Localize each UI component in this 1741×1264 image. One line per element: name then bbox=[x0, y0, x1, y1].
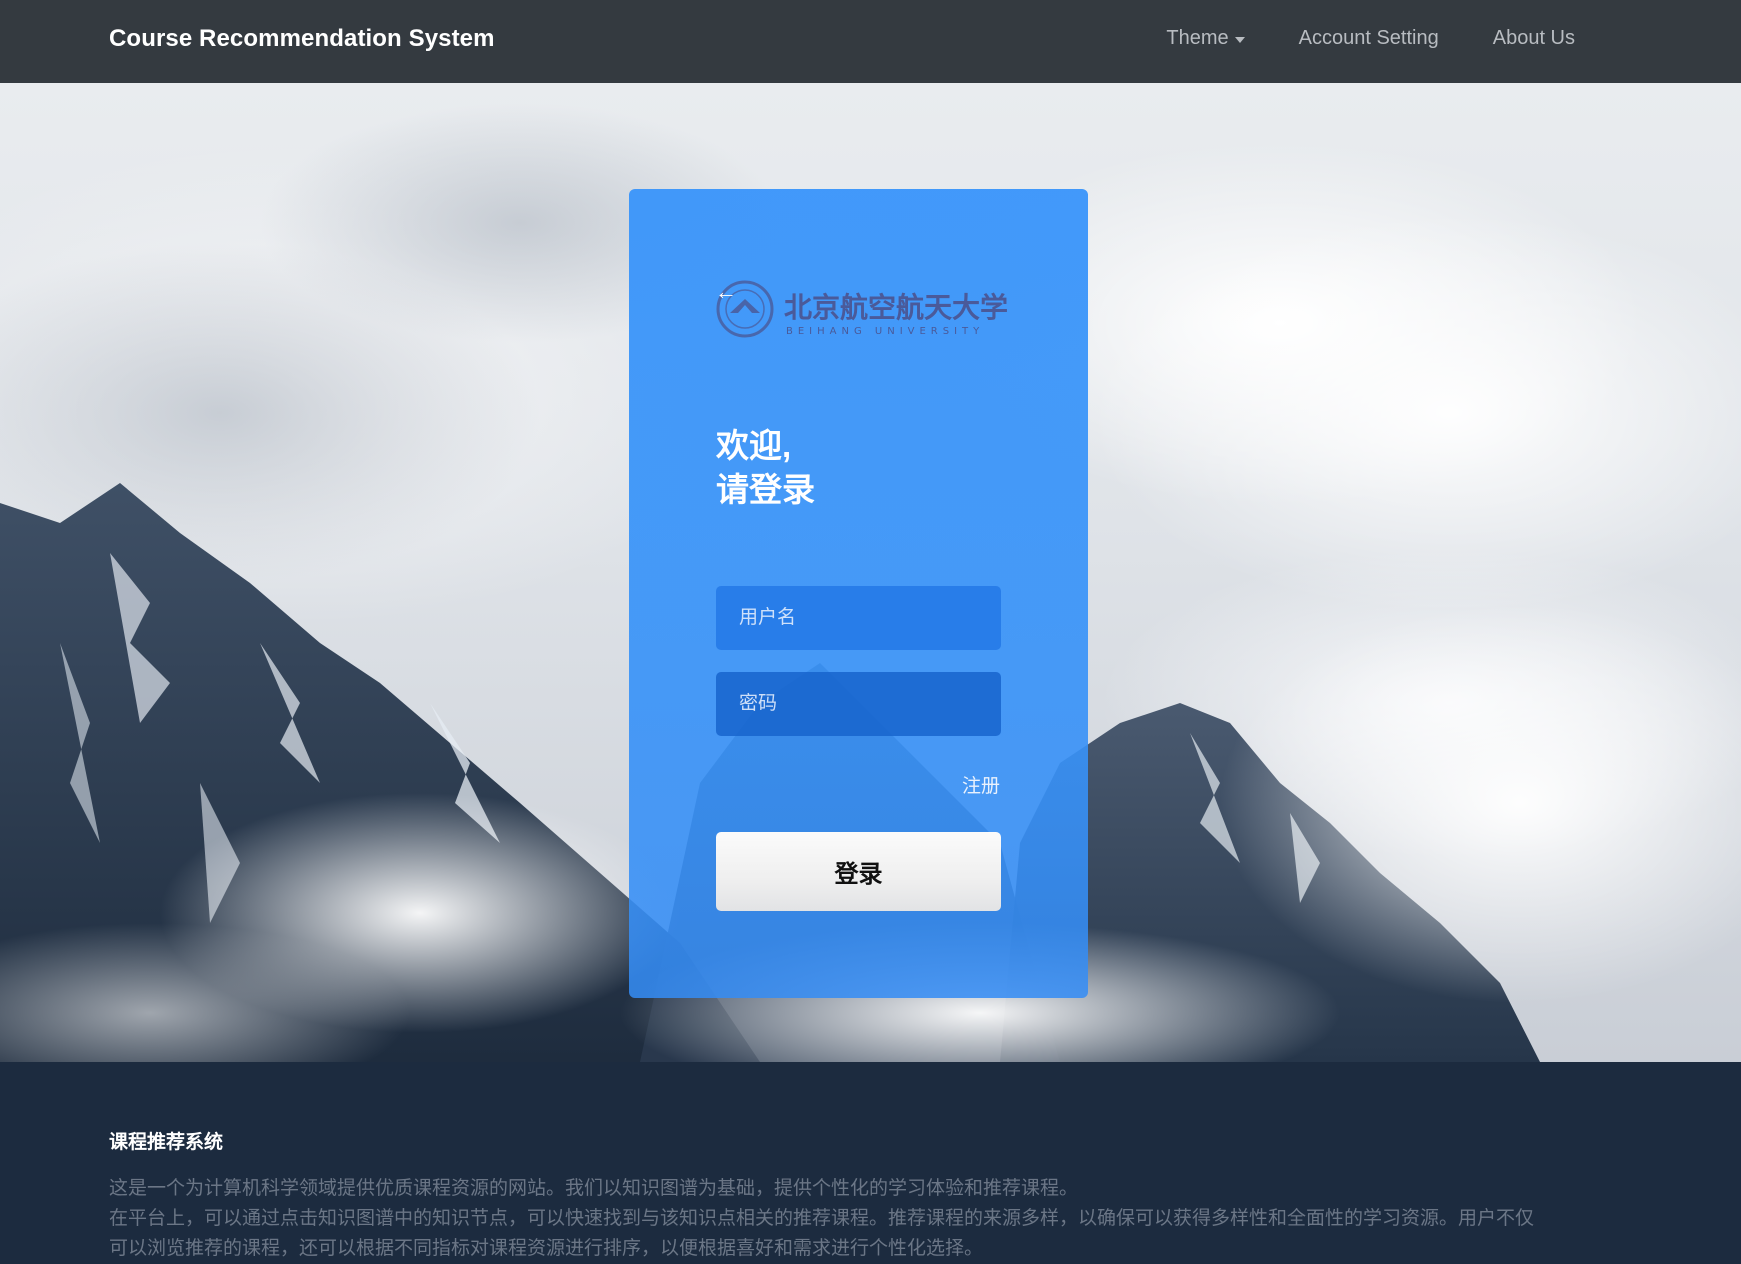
login-button[interactable]: 登录 bbox=[716, 832, 1001, 911]
register-link[interactable]: 注册 bbox=[962, 771, 1000, 798]
svg-text:BEIHANG UNIVERSITY: BEIHANG UNIVERSITY bbox=[786, 326, 984, 337]
svg-text:北京航空航天大学: 北京航空航天大学 bbox=[784, 291, 1008, 324]
footer-line-3: 可以浏览推荐的课程，还可以根据不同指标对课程资源进行排序，以便根据喜好和需求进行… bbox=[109, 1238, 984, 1259]
nav-item-account-setting[interactable]: Account Setting bbox=[1299, 27, 1439, 50]
footer-title: 课程推荐系统 bbox=[109, 1132, 224, 1153]
footer-description: 这是一个为计算机科学领域提供优质课程资源的网站。我们以知识图谱为基础，提供个性化… bbox=[109, 1174, 1549, 1264]
password-input[interactable] bbox=[716, 672, 1001, 736]
beihang-logo: 北京航空航天大学 BEIHANG UNIVERSITY bbox=[716, 280, 1008, 338]
brand-title[interactable]: Course Recommendation System bbox=[109, 25, 495, 53]
top-navbar: Course Recommendation System Theme Accou… bbox=[0, 0, 1741, 83]
back-arrow-icon[interactable]: ← bbox=[715, 281, 737, 303]
caret-down-icon bbox=[1234, 36, 1245, 43]
welcome-line-1: 欢迎, bbox=[716, 427, 792, 464]
login-card: 北京航空航天大学 BEIHANG UNIVERSITY ← 欢迎, 请登录 注册… bbox=[629, 189, 1088, 998]
footer-line-1: 这是一个为计算机科学领域提供优质课程资源的网站。我们以知识图谱为基础，提供个性化… bbox=[109, 1178, 1079, 1199]
nav-item-about-us[interactable]: About Us bbox=[1493, 27, 1575, 50]
nav-item-theme-label: Theme bbox=[1166, 27, 1229, 49]
welcome-heading: 欢迎, 请登录 bbox=[716, 424, 815, 512]
welcome-line-2: 请登录 bbox=[716, 471, 815, 508]
nav-links: Theme Account Setting About Us bbox=[1166, 27, 1575, 50]
footer: 课程推荐系统 这是一个为计算机科学领域提供优质课程资源的网站。我们以知识图谱为基… bbox=[0, 1062, 1741, 1259]
username-input[interactable] bbox=[716, 586, 1001, 650]
nav-item-theme[interactable]: Theme bbox=[1166, 27, 1245, 50]
footer-line-2: 在平台上，可以通过点击知识图谱中的知识节点，可以快速找到与该知识点相关的推荐课程… bbox=[109, 1208, 1535, 1229]
